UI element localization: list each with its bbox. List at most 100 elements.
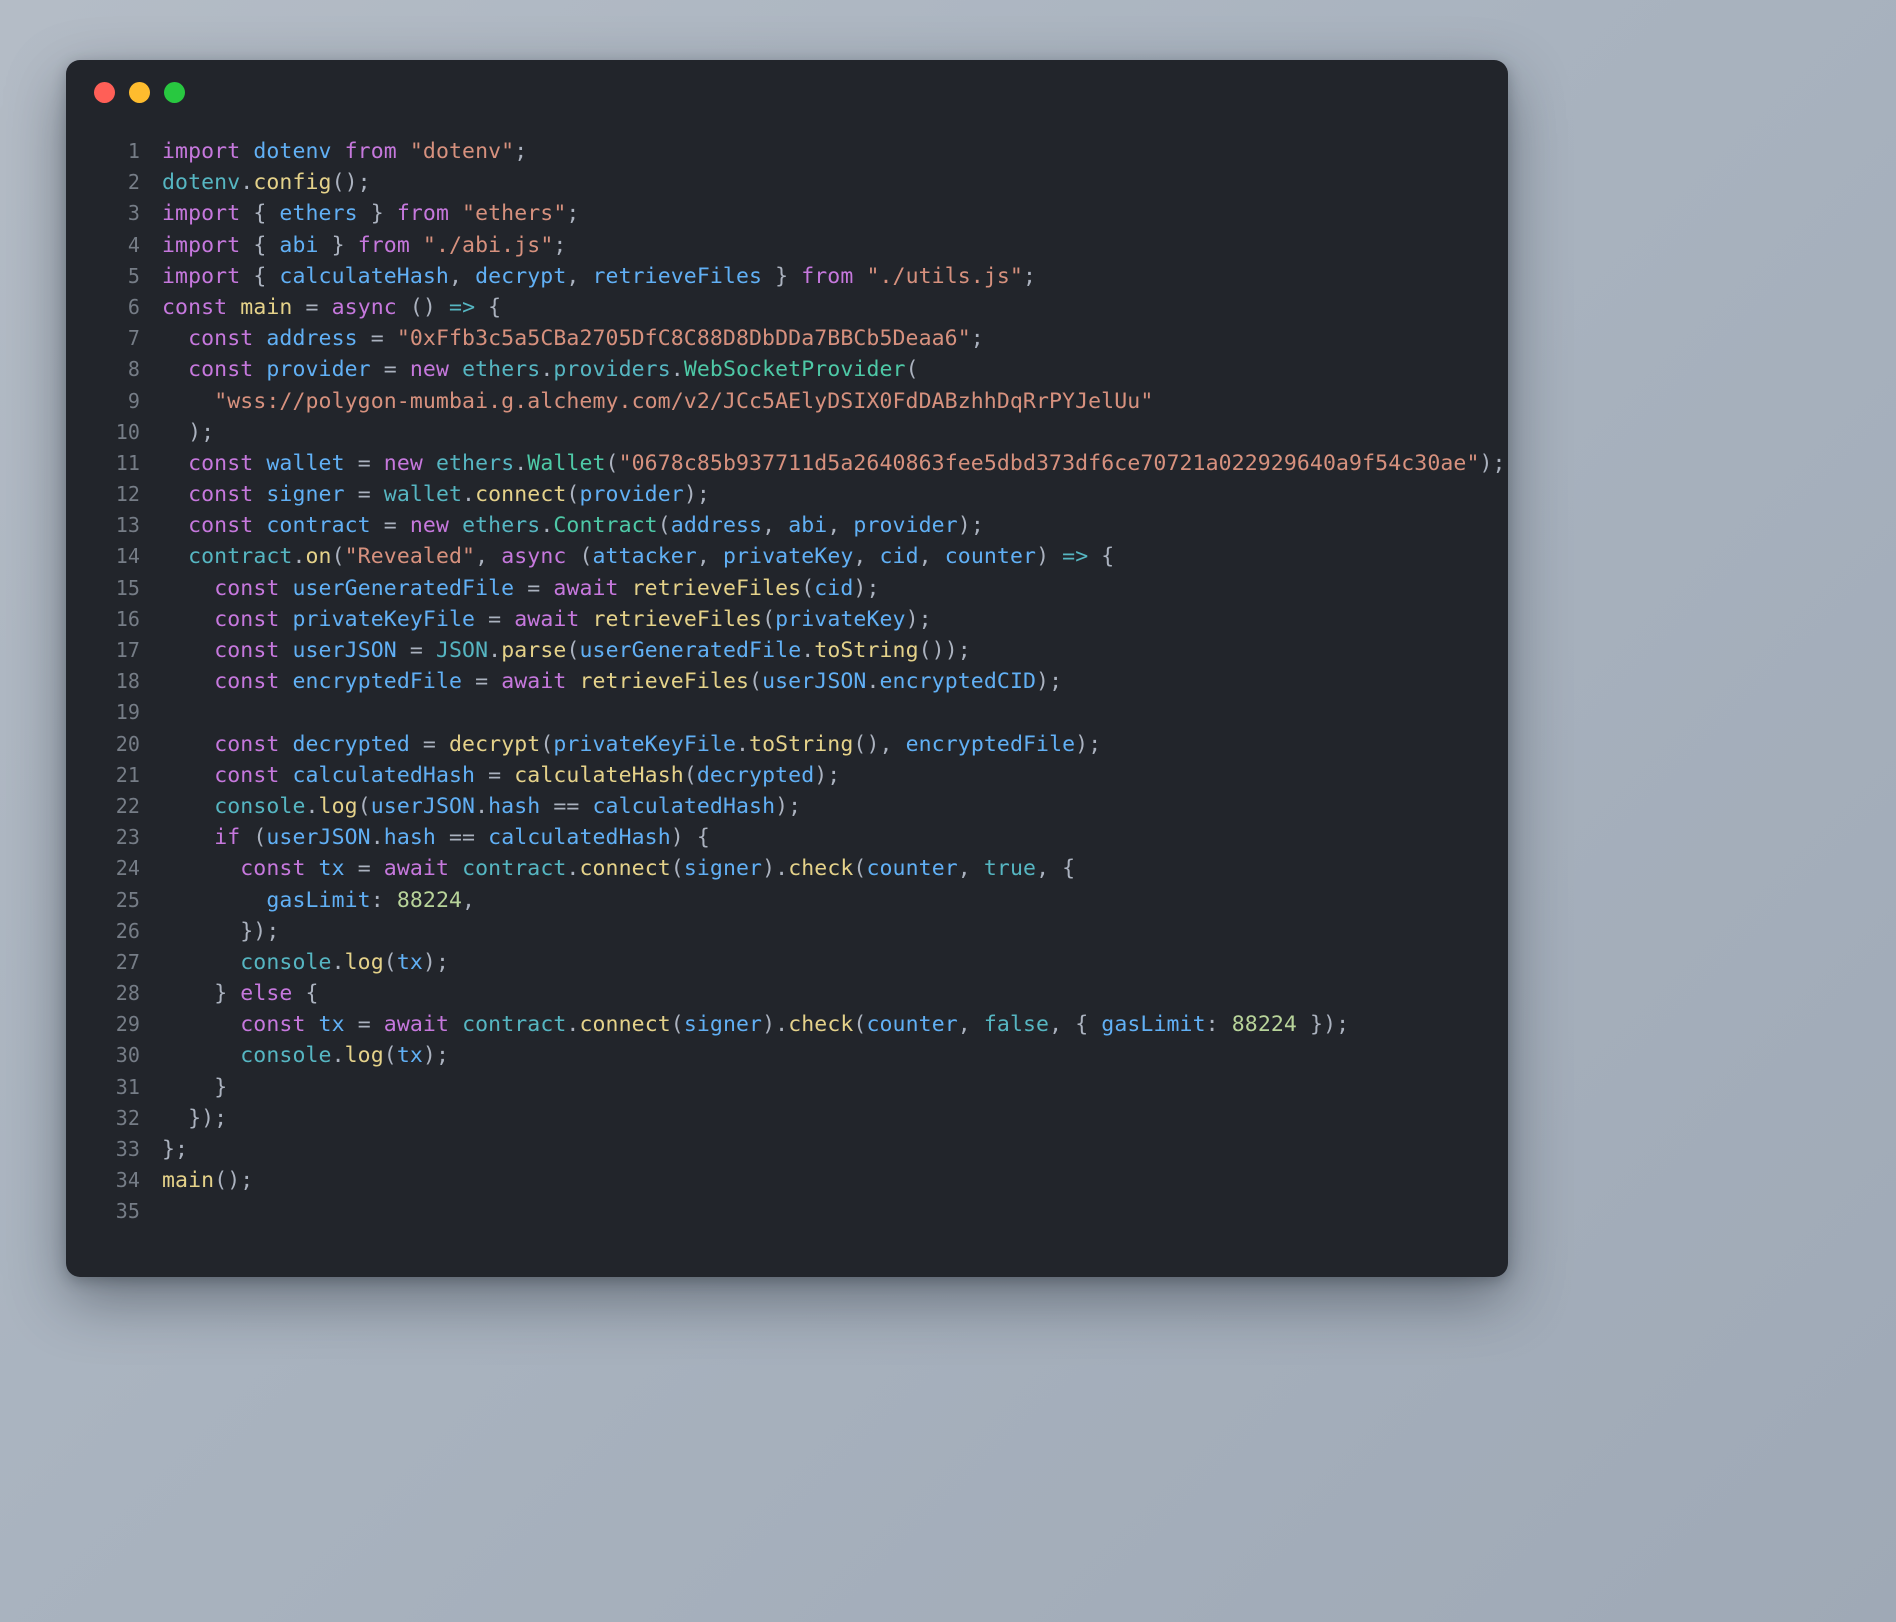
code-line: 29 const tx = await contract.connect(sig… [66,1009,1508,1040]
code-line: 11 const wallet = new ethers.Wallet("067… [66,448,1508,479]
line-number: 27 [115,949,140,974]
line-code: const wallet = new ethers.Wallet("0678c8… [188,450,1506,476]
line-number: 32 [115,1105,140,1130]
line-code: const encryptedFile = await retrieveFile… [214,669,1063,695]
close-button[interactable] [94,81,115,103]
line-code: import { calculateHash, decrypt, retriev… [162,263,1037,289]
code-line: 26 }); [66,916,1508,947]
code-content[interactable]: 1 import dotenv from "dotenv"; 2 dotenv.co… [66,124,1508,1228]
line-number: 11 [115,450,140,475]
code-line: 21 const calculatedHash = calculateHash(… [66,760,1508,791]
code-line: 27 console.log(tx); [66,947,1508,978]
code-line: 5 import { calculateHash, decrypt, retrie… [66,261,1508,292]
line-code: const main = async () => { [162,294,502,320]
code-line: 33}; [66,1134,1508,1165]
code-line: 4 import { abi } from "./abi.js"; [66,230,1508,261]
line-number: 25 [115,887,140,912]
line-number: 8 [127,357,140,382]
line-code: } [214,1074,228,1100]
line-number: 13 [115,513,140,538]
code-line: 6 const main = async () => { [66,292,1508,323]
code-line: 15 const userGeneratedFile = await retri… [66,573,1508,604]
code-line: 23 if (userJSON.hash == calculatedHash) … [66,822,1508,853]
code-line: 22 console.log(userJSON.hash == calculat… [66,791,1508,822]
code-line: 1 import dotenv from "dotenv"; [66,136,1508,167]
line-number: 4 [127,232,140,257]
line-number: 20 [115,731,140,756]
line-number: 1 [127,139,140,163]
line-code: console.log(tx); [240,949,449,975]
line-code: console.log(userJSON.hash == calculatedH… [214,793,802,819]
code-line: 3 import { ethers } from "ethers"; [66,198,1508,229]
line-code: } else { [214,981,319,1007]
code-line: 19 [66,697,1508,728]
line-code: const tx = await contract.connect(signer… [240,856,1076,882]
code-line: 9 "wss://polygon-mumbai.g.alchemy.com/v2… [66,386,1508,417]
line-number: 33 [115,1137,140,1161]
line-code: import { ethers } from "ethers"; [162,201,580,227]
line-code: const address = "0xFfb3c5a5CBa2705DfC8C8… [188,326,984,352]
code-line: 25 gasLimit: 88224, [66,885,1508,916]
line-number: 29 [115,1012,140,1037]
line-number: 30 [115,1043,140,1068]
line-number: 24 [115,856,140,881]
line-number: 12 [115,482,140,507]
code-line: 24 const tx = await contract.connect(sig… [66,853,1508,884]
line-code: const tx = await contract.connect(signer… [240,1012,1350,1038]
line-number: 7 [127,326,140,351]
line-number: 9 [127,388,140,413]
code-line: 30 console.log(tx); [66,1040,1508,1071]
line-number: 6 [127,294,140,319]
line-number: 5 [127,263,140,288]
line-code: if (userJSON.hash == calculatedHash) { [214,825,710,851]
code-line: 20 const decrypted = decrypt(privateKeyF… [66,729,1508,760]
code-line: 34 main(); [66,1165,1508,1196]
minimize-button[interactable] [129,81,150,103]
code-editor-window: 1 import dotenv from "dotenv"; 2 dotenv.co… [66,60,1508,1277]
line-code: "wss://polygon-mumbai.g.alchemy.com/v2/J… [214,388,1154,414]
line-code: console.log(tx); [240,1043,449,1069]
line-code: contract.on("Revealed", async (attacker,… [188,544,1115,570]
line-code: const provider = new ethers.providers.We… [188,357,919,383]
line-code: }; [162,1137,189,1162]
line-code: const userJSON = JSON.parse(userGenerate… [214,638,971,663]
line-number: 15 [115,575,140,600]
line-number: 23 [115,825,140,850]
line-number: 31 [115,1074,140,1099]
line-number: 10 [115,419,140,444]
code-line: 35 [66,1196,1508,1227]
maximize-button[interactable] [164,81,185,103]
code-line: 17 const userJSON = JSON.parse(userGener… [66,635,1508,666]
line-code: const privateKeyFile = await retrieveFil… [214,606,932,632]
code-line: 12 const signer = wallet.connect(provide… [66,479,1508,510]
line-number: 22 [115,793,140,818]
line-code: gasLimit: 88224, [266,887,476,913]
code-line: 8 const provider = new ethers.providers.… [66,354,1508,385]
code-line: 31 } [66,1072,1508,1103]
code-line: 10 ); [66,417,1508,448]
line-number: 14 [115,544,140,569]
line-code: ); [188,419,215,445]
line-code: const calculatedHash = calculateHash(dec… [214,762,841,788]
line-number: 17 [115,638,140,662]
code-line: 14 contract.on("Revealed", async (attack… [66,541,1508,572]
line-code: const signer = wallet.connect(provider); [188,482,710,508]
code-line: 16 const privateKeyFile = await retrieve… [66,604,1508,635]
line-code: import dotenv from "dotenv"; [162,139,528,164]
line-number: 35 [115,1199,140,1224]
line-number: 34 [115,1168,140,1193]
window-titlebar [66,60,1508,124]
line-number: 18 [115,669,140,694]
line-code: dotenv.config(); [162,170,371,196]
line-number: 16 [115,606,140,631]
line-code: const userGeneratedFile = await retrieve… [214,575,880,601]
code-line: 13 const contract = new ethers.Contract(… [66,510,1508,541]
line-number: 19 [115,700,140,725]
line-code: const contract = new ethers.Contract(add… [188,513,984,539]
line-code: }); [240,918,280,944]
line-code: main(); [162,1168,254,1194]
line-code: import { abi } from "./abi.js"; [162,232,567,258]
line-number: 26 [115,918,140,943]
code-line: 18 const encryptedFile = await retrieveF… [66,666,1508,697]
code-line: 7 const address = "0xFfb3c5a5CBa2705DfC8… [66,323,1508,354]
